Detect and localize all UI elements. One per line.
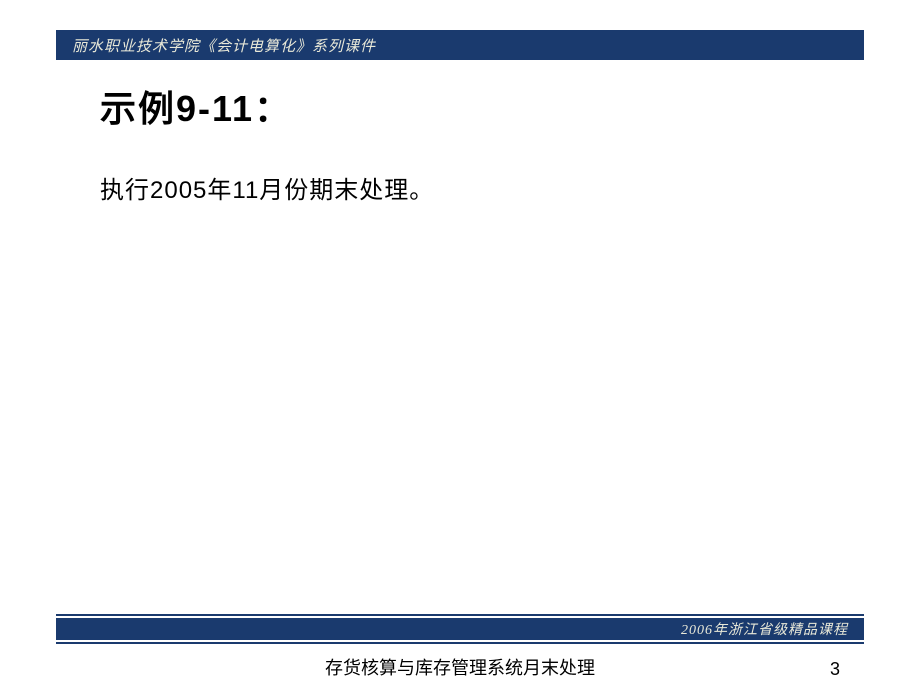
footer-bar: 2006年浙江省级精品课程 — [56, 618, 864, 640]
bottom-caption: 存货核算与库存管理系统月末处理 — [0, 654, 920, 680]
footer-text: 2006年浙江省级精品课程 — [681, 619, 848, 639]
footer-divider-bottom — [56, 642, 864, 644]
content-area: 示例9-11： 执行2005年11月份期末处理。 — [100, 80, 820, 210]
header-divider-bottom — [56, 58, 864, 60]
header-bar: 丽水职业技术学院《会计电算化》系列课件 — [56, 32, 864, 58]
slide-body: 执行2005年11月份期末处理。 — [100, 172, 820, 210]
page-number: 3 — [830, 659, 840, 680]
footer-divider-top — [56, 614, 864, 616]
slide-title: 示例9-11： — [100, 80, 820, 132]
header-text: 丽水职业技术学院《会计电算化》系列课件 — [72, 35, 376, 56]
slide-container: 丽水职业技术学院《会计电算化》系列课件 示例9-11： 执行2005年11月份期… — [0, 0, 920, 690]
